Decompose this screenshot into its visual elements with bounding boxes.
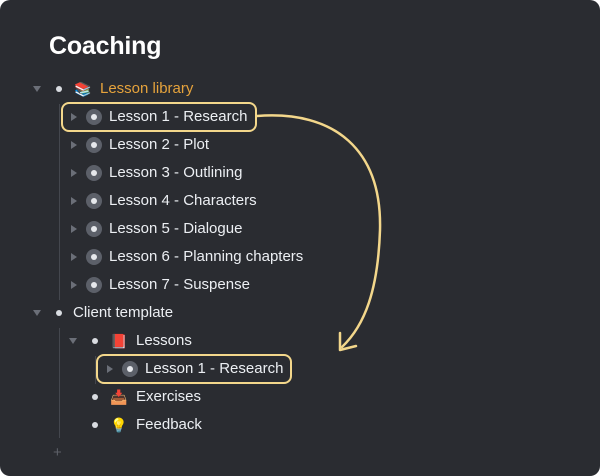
outline-window: Coaching 📚 Lesson library Lesson 1 - Res… [0, 0, 600, 476]
curved-arrow-icon [255, 114, 382, 352]
